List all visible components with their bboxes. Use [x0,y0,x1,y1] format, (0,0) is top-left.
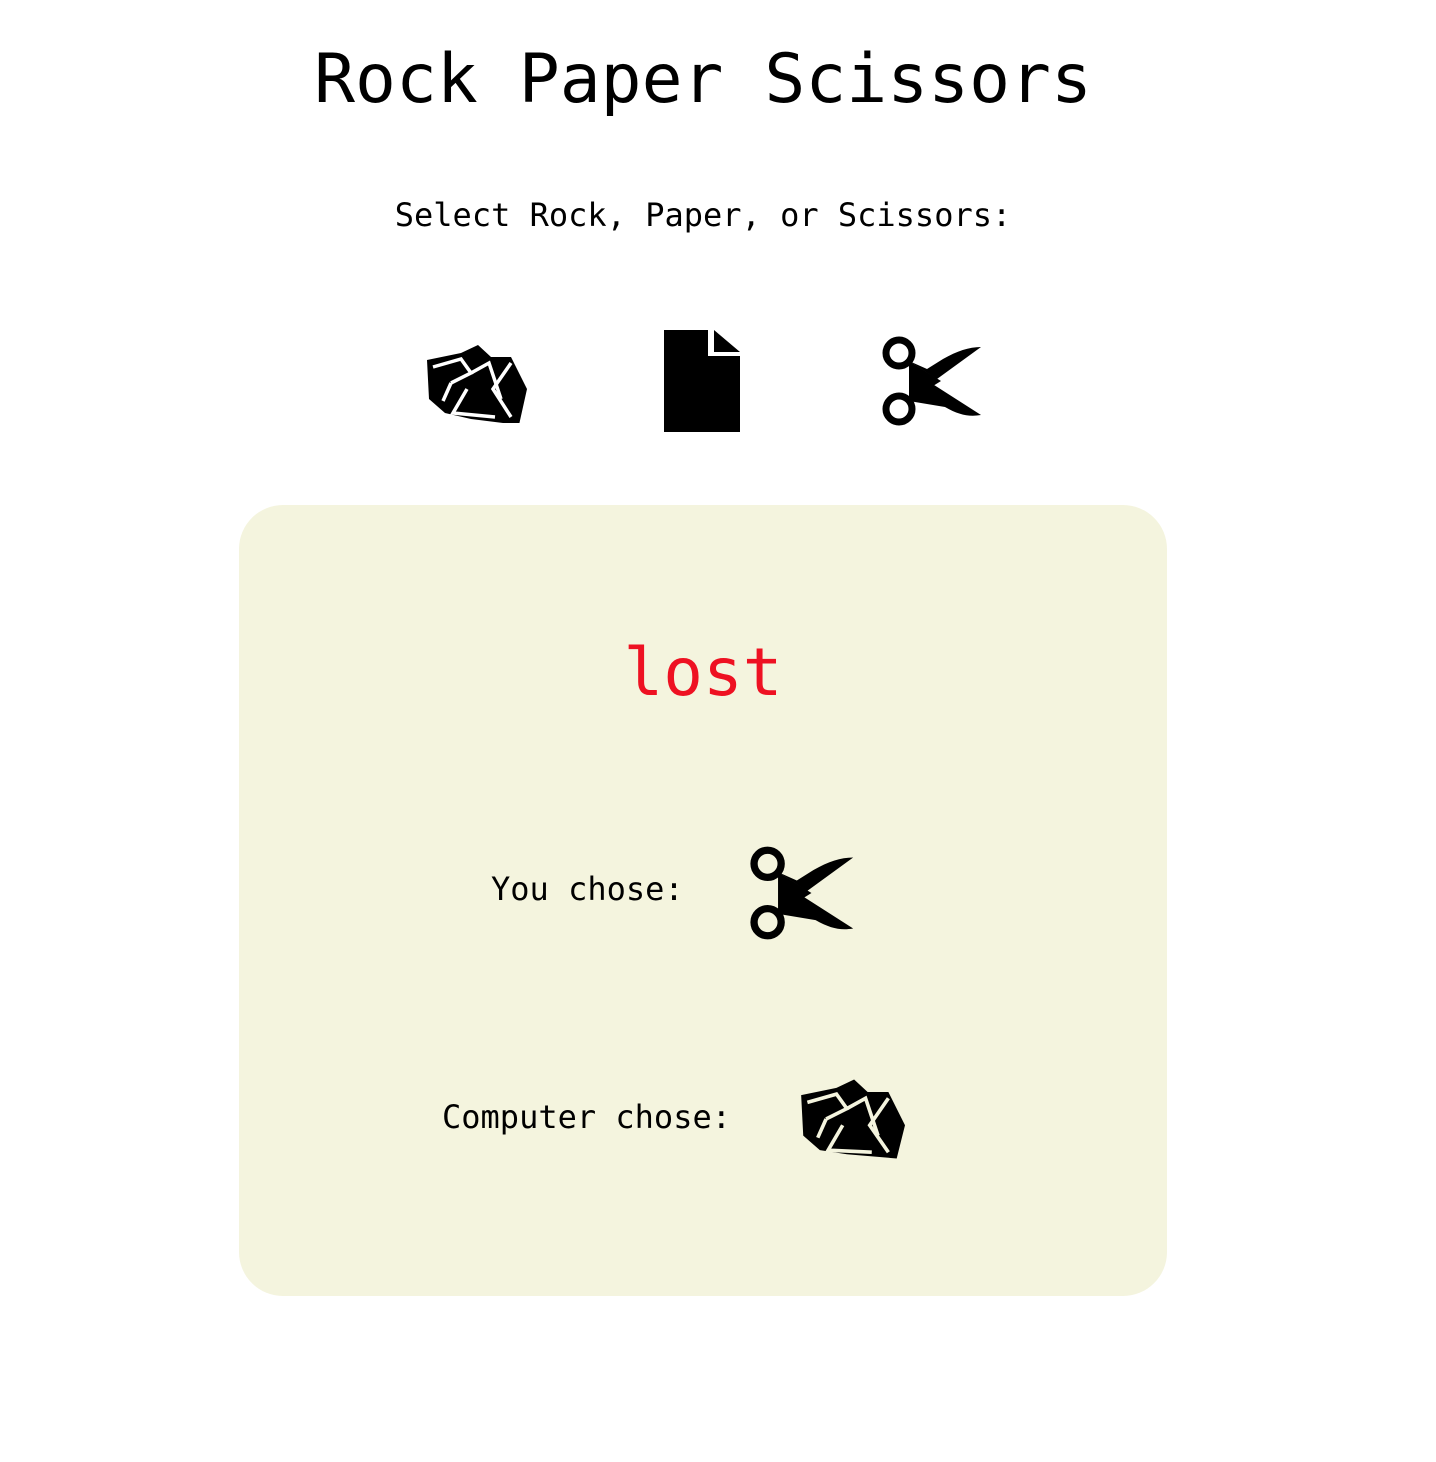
rock-icon [801,1079,905,1159]
computer-choice-label: Computer chose: [442,1098,731,1136]
scissors-icon [882,336,981,426]
rock-icon [427,345,527,423]
scissors-button[interactable] [876,326,986,436]
player-choice [746,845,856,945]
paper-button[interactable] [648,326,758,436]
choice-prompt: Select Rock, Paper, or Scissors: [394,196,1012,234]
page-title: Rock Paper Scissors [314,40,1092,119]
result-outcome: lost [623,634,783,711]
paper-icon [664,330,740,432]
computer-choice [797,1077,905,1165]
player-choice-label: You chose: [491,870,684,908]
scissors-icon [750,846,854,940]
result-panel: lost You chose: Computer chose: [239,505,1167,1296]
rock-button[interactable] [420,328,530,438]
